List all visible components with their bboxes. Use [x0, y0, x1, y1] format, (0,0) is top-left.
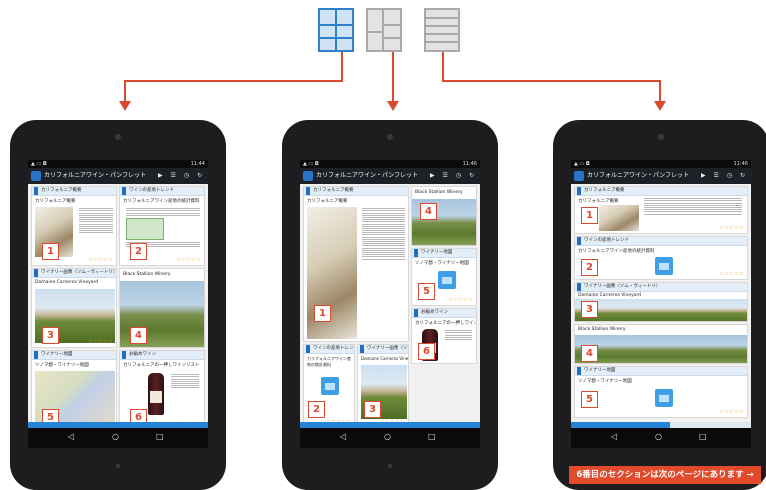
app-logo-icon: [574, 171, 584, 181]
app-title: カリフォルニアワイン・パンフレット: [44, 172, 147, 179]
section-row-1[interactable]: カリフォルニア概要 カリフォルニア概要 1 ☆☆☆☆☆: [574, 186, 748, 234]
section-number-badge: 1: [581, 207, 598, 224]
screen: ▲ ▭ ◘ 11:44 カリフォルニアワイン・パンフレット ▶ ☰ ◷ ↻ カリフ…: [28, 160, 208, 448]
section-number-badge: 3: [42, 327, 59, 344]
section-row-3[interactable]: ワイナリー画像（ソム・ヴィートリ） Domaine Carneros Viney…: [574, 282, 748, 322]
pdf-icon: [655, 389, 673, 407]
home-icon[interactable]: ○: [384, 432, 391, 441]
status-bar: ▲ ▭ ◘ 11:46: [571, 160, 751, 168]
rating-stars[interactable]: ☆☆☆☆☆: [719, 225, 744, 231]
section-number-badge: 4: [130, 327, 147, 344]
action-bar: カリフォルニアワイン・パンフレット ▶ ☰ ◷ ↻: [28, 168, 208, 184]
connector-line: [124, 80, 126, 102]
section-row-2[interactable]: ワインの産地トレンド カリフォルニアワイン産地の統計資料 2 ☆☆☆☆☆: [574, 236, 748, 280]
grapevine-image: [575, 335, 747, 363]
section-number-badge: 2: [308, 401, 325, 418]
rating-stars[interactable]: ☆☆☆☆☆: [719, 409, 744, 415]
list-layout-icon[interactable]: [424, 8, 460, 52]
section-tile-3[interactable]: ワイナリー画像（ソム・ヴィートリ） Domaine Carneros Viney…: [31, 268, 117, 348]
action-icons[interactable]: ▶ ☰ ◷ ↻: [430, 168, 477, 184]
section-number-badge: 4: [581, 345, 598, 362]
rating-stars[interactable]: ☆☆☆☆☆: [448, 297, 473, 303]
status-bar: ▲ ▭ ◘ 11:46: [300, 160, 480, 168]
app-title: カリフォルニアワイン・パンフレット: [316, 172, 419, 179]
section-number-badge: 2: [581, 259, 598, 276]
action-bar: カリフォルニアワイン・パンフレット ▶ ☰ ◷ ↻: [300, 168, 480, 184]
section-number-badge: 2: [130, 243, 147, 260]
nav-bar: ◁ ○ □: [571, 428, 751, 448]
status-bar: ▲ ▭ ◘ 11:44: [28, 160, 208, 168]
connector-line: [442, 80, 661, 82]
screen: ▲ ▭ ◘ 11:46 カリフォルニアワイン・パンフレット ▶ ☰ ◷ ↻ カリフ…: [300, 160, 480, 448]
next-page-note: 6番目のセクションは次のページにあります →: [569, 466, 761, 484]
section-number-badge: 1: [314, 305, 331, 322]
recent-apps-icon[interactable]: □: [156, 432, 164, 441]
tablet-grid-layout: ▲ ▭ ◘ 11:44 カリフォルニアワイン・パンフレット ▶ ☰ ◷ ↻ カリフ…: [10, 120, 226, 490]
pdf-icon: [438, 271, 456, 289]
section-tile-4[interactable]: Black Stallion Winery 4: [119, 268, 205, 348]
nav-bar: ◁ ○ □: [300, 428, 480, 448]
pdf-icon: [655, 257, 673, 275]
vineyard-image: [575, 299, 747, 321]
section-row-4[interactable]: Black Stallion Winery 4: [574, 324, 748, 364]
app-title: カリフォルニアワイン・パンフレット: [587, 172, 690, 179]
tablet-masonry-layout: ▲ ▭ ◘ 11:46 カリフォルニアワイン・パンフレット ▶ ☰ ◷ ↻ カリフ…: [282, 120, 498, 490]
section-number-badge: 5: [581, 391, 598, 408]
wine-glass-image: [599, 205, 639, 231]
rating-stars[interactable]: ☆☆☆☆☆: [719, 271, 744, 277]
section-tile-6[interactable]: お勧めワイン カリフォルニアの一押しワインリスト 6: [411, 308, 477, 364]
pdf-icon: [321, 377, 339, 395]
section-number-badge: 4: [420, 203, 437, 220]
recent-apps-icon[interactable]: □: [699, 432, 707, 441]
recent-apps-icon[interactable]: □: [428, 432, 436, 441]
connector-line: [392, 52, 394, 102]
section-row-5[interactable]: ワイナリー地図 ソノマ郡・ワイナリー地図 5 ☆☆☆☆☆: [574, 366, 748, 418]
connector-line: [341, 52, 343, 82]
screen: ▲ ▭ ◘ 11:46 カリフォルニアワイン・パンフレット ▶ ☰ ◷ ↻ カリフ…: [571, 160, 751, 448]
section-tile-2[interactable]: ワインの産地トレンド カリフォルニアワイン産地の統計資料 2 ☆☆☆☆☆: [303, 344, 355, 428]
app-logo-icon: [31, 171, 41, 181]
rating-stars[interactable]: ☆☆☆☆☆: [88, 339, 113, 345]
section-number-badge: 5: [418, 283, 435, 300]
section-number-badge: 1: [42, 243, 59, 260]
connector-line: [659, 80, 661, 102]
grid-layout-icon[interactable]: [318, 8, 354, 52]
rating-stars[interactable]: ☆☆☆☆☆: [88, 257, 113, 263]
action-icons[interactable]: ▶ ☰ ◷ ↻: [701, 168, 748, 184]
sensor: [388, 464, 392, 468]
masonry-layout-icon[interactable]: [366, 8, 402, 52]
section-tile-1[interactable]: カリフォルニア概要 カリフォルニア概要 1: [303, 186, 409, 342]
camera: [658, 134, 664, 140]
section-tile-1[interactable]: カリフォルニア概要 カリフォルニア概要 1 ☆☆☆☆☆: [31, 186, 117, 266]
sensor: [116, 464, 120, 468]
nav-bar: ◁ ○ □: [28, 428, 208, 448]
section-tile-3[interactable]: ワイナリー画像（ソム・ヴィートリ） Domaine Carneros Viney…: [357, 344, 409, 428]
connector-line: [124, 80, 343, 82]
home-icon[interactable]: ○: [112, 432, 119, 441]
back-icon[interactable]: ◁: [340, 432, 346, 441]
section-tile-6[interactable]: お勧めワイン カリフォルニアの一押しワインリスト 6 ☆☆☆☆☆: [119, 350, 205, 430]
arrow-down-icon: [119, 101, 131, 111]
back-icon[interactable]: ◁: [611, 432, 617, 441]
camera: [115, 134, 121, 140]
back-icon[interactable]: ◁: [68, 432, 74, 441]
rating-stars[interactable]: ☆☆☆☆☆: [176, 257, 201, 263]
section-tile-5[interactable]: ワイナリー地図 ソノマ郡・ワイナリー地図 5 ☆☆☆☆☆: [31, 350, 117, 430]
connector-line: [442, 52, 444, 82]
action-bar: カリフォルニアワイン・パンフレット ▶ ☰ ◷ ↻: [571, 168, 751, 184]
wine-bottle-icon: [148, 373, 164, 415]
app-logo-icon: [303, 171, 313, 181]
section-number-badge: 3: [364, 401, 381, 418]
arrow-down-icon: [387, 101, 399, 111]
section-tile-4[interactable]: Black Stallion Winery 4: [411, 186, 477, 246]
action-icons[interactable]: ▶ ☰ ◷ ↻: [158, 168, 205, 184]
home-icon[interactable]: ○: [655, 432, 662, 441]
tablet-list-layout: ▲ ▭ ◘ 11:46 カリフォルニアワイン・パンフレット ▶ ☰ ◷ ↻ カリフ…: [553, 120, 766, 490]
arrow-down-icon: [654, 101, 666, 111]
section-number-badge: 3: [581, 301, 598, 318]
camera: [387, 134, 393, 140]
section-number-badge: 6: [418, 343, 435, 360]
section-tile-2[interactable]: ワインの産地トレンド カリフォルニアワイン産地の統計資料 2 ☆☆☆☆☆: [119, 186, 205, 266]
section-tile-5[interactable]: ワイナリー地図 ソノマ郡・ワイナリー地図 5 ☆☆☆☆☆: [411, 248, 477, 306]
